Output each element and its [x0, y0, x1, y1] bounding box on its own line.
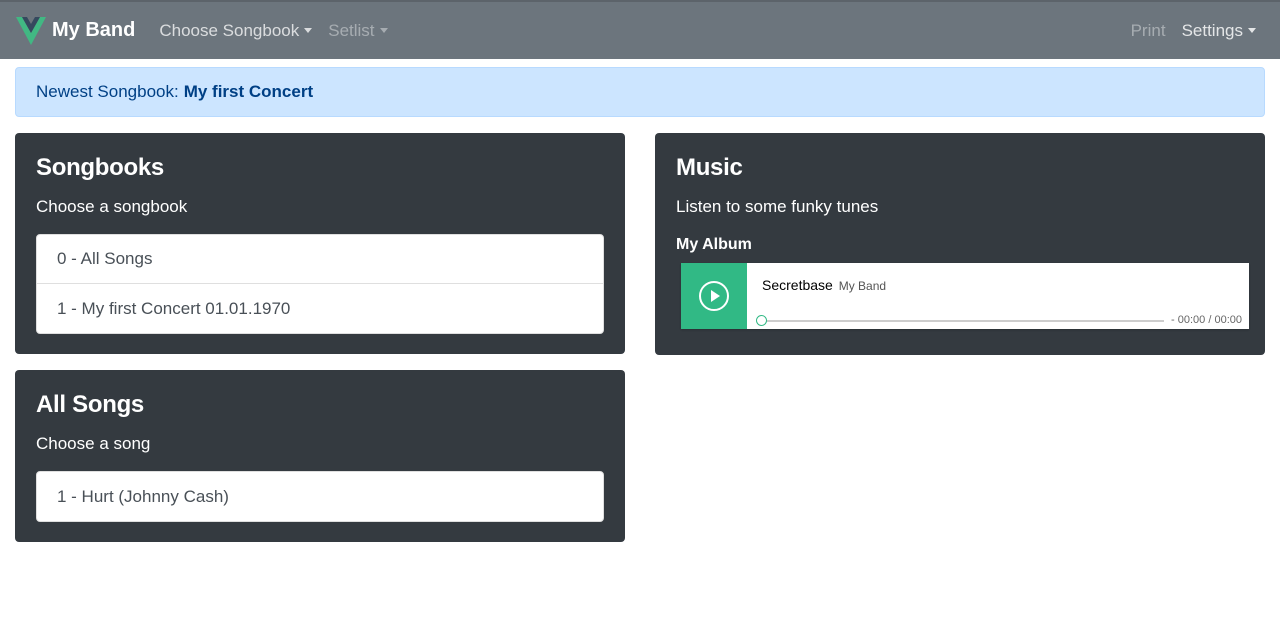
song-info: Secretbase My Band [762, 277, 886, 293]
time-display: - 00:00 / 00:00 [1171, 314, 1242, 326]
progress-bar[interactable] [756, 315, 1164, 326]
navbar: My Band Choose Songbook Setlist Print Se… [0, 0, 1280, 59]
alert-songbook-name: My first Concert [183, 82, 314, 101]
all-songs-card: All Songs Choose a song 1 - Hurt (Johnny… [15, 370, 625, 542]
setlist-label: Setlist [328, 20, 375, 40]
songbook-list: 0 - All Songs 1 - My first Concert 01.01… [36, 234, 604, 334]
songbooks-title: Songbooks [36, 154, 164, 181]
choose-songbook-dropdown[interactable]: Choose Songbook [159, 20, 313, 41]
navbar-brand[interactable]: My Band [16, 2, 135, 59]
print-link[interactable]: Print [1131, 21, 1166, 41]
play-button[interactable] [681, 263, 747, 329]
print-label: Print [1130, 20, 1166, 40]
list-item[interactable]: 1 - My first Concert 01.01.1970 [37, 284, 603, 333]
navbar-left-menu: Choose Songbook Setlist [159, 21, 403, 41]
song-artist: My Band [838, 279, 887, 293]
play-circle-icon [699, 281, 729, 311]
progress-thumb[interactable] [756, 315, 767, 326]
music-subtitle: Listen to some funky tunes [676, 197, 879, 216]
caret-down-icon [304, 28, 313, 33]
songbooks-card: Songbooks Choose a songbook 0 - All Song… [15, 133, 625, 354]
album-title: My Album [676, 236, 752, 253]
navbar-right-menu: Print Settings [1131, 21, 1256, 41]
settings-label: Settings [1181, 20, 1243, 40]
audio-player: Secretbase My Band - 00:00 / 00:00 [681, 263, 1249, 329]
all-songs-title: All Songs [36, 391, 144, 418]
songbooks-subtitle: Choose a songbook [36, 197, 188, 216]
song-title: Secretbase [762, 277, 833, 293]
caret-down-icon [379, 28, 388, 33]
song-list: 1 - Hurt (Johnny Cash) [36, 471, 604, 522]
settings-dropdown[interactable]: Settings [1182, 21, 1256, 41]
list-item[interactable]: 1 - Hurt (Johnny Cash) [37, 472, 603, 521]
all-songs-subtitle: Choose a song [36, 434, 151, 453]
music-title: Music [676, 154, 743, 181]
list-item[interactable]: 0 - All Songs [37, 235, 603, 284]
setlist-dropdown[interactable]: Setlist [328, 20, 388, 41]
music-card: Music Listen to some funky tunes My Albu… [655, 133, 1265, 355]
alert-prefix: Newest Songbook: [36, 82, 179, 101]
newest-songbook-alert: Newest Songbook: My first Concert [15, 67, 1265, 117]
vue-logo-icon [16, 16, 46, 45]
caret-down-icon [1248, 28, 1256, 33]
brand-name: My Band [52, 19, 136, 41]
choose-songbook-label: Choose Songbook [159, 20, 300, 40]
